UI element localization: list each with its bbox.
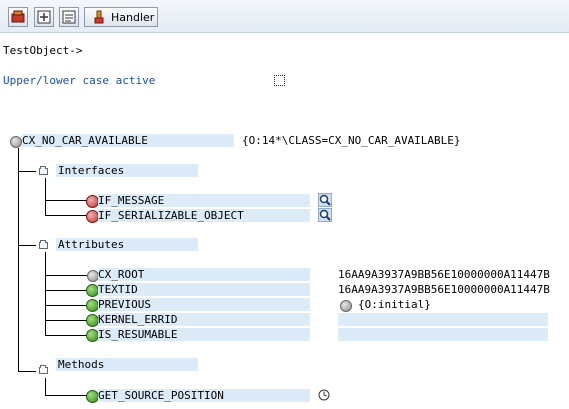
list-button[interactable]: [59, 7, 79, 27]
tree-line: [45, 305, 87, 306]
folder-icon[interactable]: [39, 166, 48, 175]
attributes-label[interactable]: Attributes: [58, 238, 124, 251]
initial-icon: [340, 300, 352, 312]
attribute-name[interactable]: PREVIOUS: [98, 298, 151, 311]
attribute-value: 16AA9A3937A9BB56E10000000A11447B: [338, 283, 550, 296]
root-name[interactable]: CX_NO_CAR_AVAILABLE: [22, 134, 148, 147]
tree-line: [45, 215, 87, 216]
attribute-value: 16AA9A3937A9BB56E10000000A11447B: [338, 268, 550, 281]
method-item[interactable]: GET_SOURCE_POSITION: [98, 389, 224, 402]
handler-icon: [94, 10, 104, 24]
attribute-value: {O:initial}: [358, 298, 431, 311]
interface-item[interactable]: IF_SERIALIZABLE_OBJECT: [98, 209, 244, 222]
folder-icon[interactable]: [39, 365, 48, 374]
folder-icon[interactable]: [39, 240, 48, 249]
handler-label: Handler: [111, 11, 155, 24]
tree-line: [45, 378, 46, 396]
tree-line-main: [18, 148, 19, 371]
interfaces-label[interactable]: Interfaces: [58, 164, 124, 177]
object-button[interactable]: [8, 7, 28, 27]
attribute-name[interactable]: KERNEL_ERRID: [98, 313, 177, 326]
clock-icon[interactable]: [318, 389, 330, 401]
tree-line: [18, 245, 36, 246]
magnifier-icon[interactable]: [318, 208, 332, 222]
attribute-name[interactable]: IS_RESUMABLE: [98, 328, 177, 341]
tree-line: [45, 252, 46, 336]
tree-line: [45, 395, 87, 396]
case-checkbox[interactable]: [274, 75, 285, 86]
methods-label[interactable]: Methods: [58, 358, 104, 371]
tree-line: [18, 171, 36, 172]
tree-line: [45, 320, 87, 321]
object-label: TestObject->: [3, 44, 83, 57]
attribute-name[interactable]: TEXTID: [98, 283, 138, 296]
toolbar: Handler: [0, 0, 569, 33]
root-value: {O:14*\CLASS=CX_NO_CAR_AVAILABLE}: [242, 134, 461, 147]
interface-item[interactable]: IF_MESSAGE: [98, 194, 164, 207]
object-icon: [11, 10, 25, 23]
tree-line: [18, 371, 36, 372]
tree-line: [45, 335, 87, 336]
attribute-name[interactable]: CX_ROOT: [98, 268, 144, 281]
attribute-value-empty: [338, 328, 548, 341]
attribute-value-empty: [338, 313, 548, 326]
handler-button[interactable]: Handler: [84, 7, 158, 27]
case-label: Upper/lower case active: [3, 74, 156, 87]
tree-line: [45, 275, 87, 276]
add-button[interactable]: [34, 7, 54, 27]
magnifier-icon[interactable]: [318, 193, 332, 207]
list-icon: [62, 10, 76, 24]
add-icon: [37, 10, 51, 24]
root-object-icon: [10, 136, 22, 148]
tree-line: [45, 178, 46, 215]
tree-line: [45, 290, 87, 291]
tree-line: [45, 200, 87, 201]
